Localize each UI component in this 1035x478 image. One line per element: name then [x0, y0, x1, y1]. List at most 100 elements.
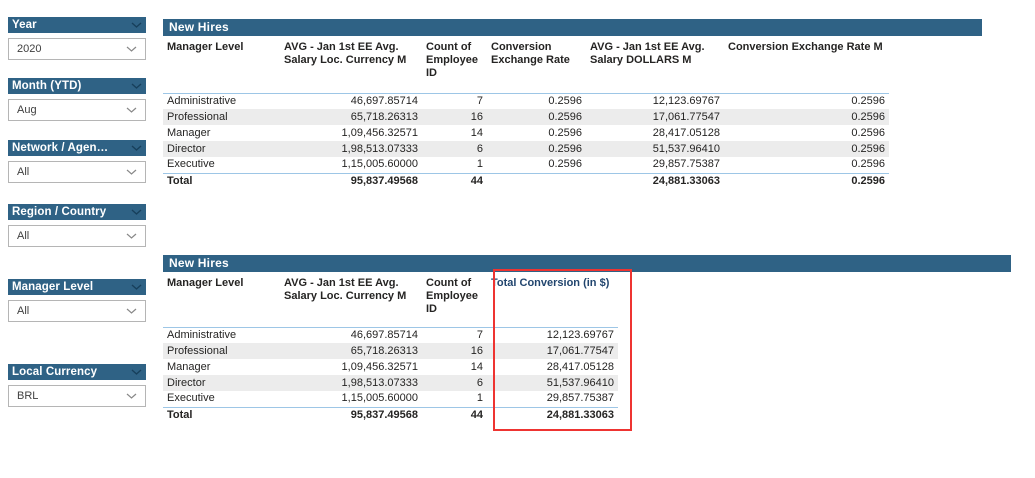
table-row: Administrative 46,697.85714 7 12,123.69767	[163, 327, 618, 343]
report-canvas: Year 2020 Month (YTD) Aug Network / Agen…	[0, 0, 1035, 478]
slicer-month: Month (YTD) Aug	[8, 78, 146, 121]
slicer-manager-level-dropdown[interactable]: All	[8, 300, 146, 322]
slicer-network-dropdown[interactable]: All	[8, 161, 146, 183]
slicer-value: BRL	[17, 390, 39, 402]
table-cell: 6	[422, 375, 487, 391]
column-header-manager-level[interactable]: Manager Level	[163, 272, 280, 328]
table-cell: Professional	[163, 109, 280, 125]
table-cell: 44	[422, 172, 487, 189]
table-cell: Manager	[167, 360, 211, 373]
slicer-year-dropdown[interactable]: 2020	[8, 38, 146, 60]
slicer-year: Year 2020	[8, 17, 146, 60]
table-cell: 24,881.33063	[487, 406, 618, 423]
slicer-value: All	[17, 230, 30, 242]
visual-title: New Hires	[163, 19, 982, 36]
table-cell: 95,837.49568	[280, 406, 422, 423]
slicer-region-dropdown[interactable]: All	[8, 225, 146, 247]
column-header-avg-salary-local[interactable]: AVG - Jan 1st EE Avg. Salary Loc. Curren…	[280, 272, 422, 328]
column-header-avg-salary-dollars[interactable]: AVG - Jan 1st EE Avg. Salary DOLLARS M	[586, 36, 724, 94]
table-cell: Executive	[167, 158, 215, 171]
chevron-down-icon	[131, 284, 142, 290]
chevron-down-icon	[131, 145, 142, 151]
table-cell: 1,09,456.32571	[341, 360, 418, 373]
chevron-down-icon	[131, 22, 142, 28]
table-cell: 0.2596	[851, 158, 885, 171]
new-hires-table-visual-bottom: New Hires Manager Level AVG - Jan 1st EE…	[163, 255, 1011, 423]
table-row: Executive 1,15,005.60000 1 0.2596 29,857.753…	[163, 157, 889, 173]
table-cell: Total	[163, 406, 280, 423]
table-cell: 16	[422, 343, 487, 359]
slicer-value: 2020	[17, 43, 42, 55]
table-cell: 0.2596	[548, 126, 582, 139]
chevron-down-icon	[126, 46, 137, 52]
slicer-label: Manager Level	[12, 281, 94, 293]
table-cell: 12,123.69767	[652, 94, 720, 107]
table-cell: Professional	[163, 343, 280, 359]
table-cell: 1,15,005.60000	[341, 158, 418, 171]
table-cell: 0.2596	[487, 109, 586, 125]
table-cell: 0.2596	[548, 94, 582, 107]
table-cell: 29,857.75387	[546, 392, 614, 405]
table-cell: 46,697.85714	[350, 94, 418, 107]
table-cell: Director	[163, 141, 280, 157]
table-cell: 0.2596	[487, 141, 586, 157]
column-header-avg-salary-local[interactable]: AVG - Jan 1st EE Avg. Salary Loc. Curren…	[280, 36, 422, 94]
column-header-conversion-exchange-rate[interactable]: Conversion Exchange Rate	[487, 36, 586, 94]
table-row: Executive 1,15,005.60000 1 29,857.75387	[163, 391, 618, 407]
new-hires-table: Manager Level AVG - Jan 1st EE Avg. Sala…	[163, 36, 889, 189]
slicer-manager-level-header[interactable]: Manager Level	[8, 279, 146, 295]
table-cell: Executive	[167, 392, 215, 405]
slicer-year-header[interactable]: Year	[8, 17, 146, 33]
table-cell: 17,061.77547	[586, 109, 724, 125]
table-row: Director 1,98,513.07333 6 51,537.96410	[163, 375, 618, 391]
chevron-down-icon	[126, 233, 137, 239]
table-cell: 1	[476, 392, 483, 405]
table-cell: 65,718.26313	[280, 343, 422, 359]
table-cell: 51,537.96410	[487, 375, 618, 391]
table-cell: 17,061.77547	[487, 343, 618, 359]
column-header-total-conversion-highlighted[interactable]: Total Conversion (in $)	[487, 272, 618, 328]
header-row: Manager Level AVG - Jan 1st EE Avg. Sala…	[163, 272, 618, 328]
table-cell: 28,417.05128	[546, 360, 614, 373]
column-header-manager-level[interactable]: Manager Level	[163, 36, 280, 94]
slicer-label: Month (YTD)	[12, 80, 82, 92]
table-cell: 44	[422, 406, 487, 423]
table-row: Manager 1,09,456.32571 14 0.2596 28,417.0512…	[163, 125, 889, 141]
table-cell: 0.2596	[851, 94, 885, 107]
slicer-local-currency-dropdown[interactable]: BRL	[8, 385, 146, 407]
chevron-down-icon	[126, 169, 137, 175]
slicer-month-header[interactable]: Month (YTD)	[8, 78, 146, 94]
table-row: Director 1,98,513.07333 6 0.2596 51,537.9641…	[163, 141, 889, 157]
table-cell: 1	[476, 158, 483, 171]
slicer-local-currency: Local Currency BRL	[8, 364, 146, 407]
table-cell: 14	[470, 126, 483, 139]
table-cell: 28,417.05128	[652, 126, 720, 139]
chevron-down-icon	[126, 393, 137, 399]
new-hires-table: Manager Level AVG - Jan 1st EE Avg. Sala…	[163, 272, 618, 423]
visual-title: New Hires	[163, 255, 1011, 272]
column-header-count-employee-id[interactable]: Count of Employee ID	[422, 272, 487, 328]
table-cell: 65,718.26313	[280, 109, 422, 125]
chevron-down-icon	[126, 308, 137, 314]
slicer-label: Local Currency	[12, 366, 98, 378]
column-header-count-employee-id[interactable]: Count of Employee ID	[422, 36, 487, 94]
table-row: Professional 65,718.26313 16 17,061.77547	[163, 343, 618, 359]
slicer-network-header[interactable]: Network / Agen…	[8, 140, 146, 156]
slicer-month-dropdown[interactable]: Aug	[8, 99, 146, 121]
column-header-conversion-exchange-rate-m[interactable]: Conversion Exchange Rate M	[724, 36, 889, 94]
table-cell: 24,881.33063	[586, 172, 724, 189]
slicer-value: Aug	[17, 104, 37, 116]
table-cell: Total	[163, 172, 280, 189]
slicer-region-header[interactable]: Region / Country	[8, 204, 146, 220]
table-cell: 6	[422, 141, 487, 157]
slicer-local-currency-header[interactable]: Local Currency	[8, 364, 146, 380]
table-cell: 1,98,513.07333	[280, 375, 422, 391]
table-cell: 29,857.75387	[652, 158, 720, 171]
chevron-down-icon	[131, 369, 142, 375]
table-cell: 1,98,513.07333	[280, 141, 422, 157]
slicer-value: All	[17, 166, 30, 178]
table-cell: 0.2596	[851, 126, 885, 139]
table-cell: 0.2596	[724, 141, 889, 157]
slicer-label: Year	[12, 19, 37, 31]
table-row: Administrative 46,697.85714 7 0.2596 12,123.…	[163, 93, 889, 109]
